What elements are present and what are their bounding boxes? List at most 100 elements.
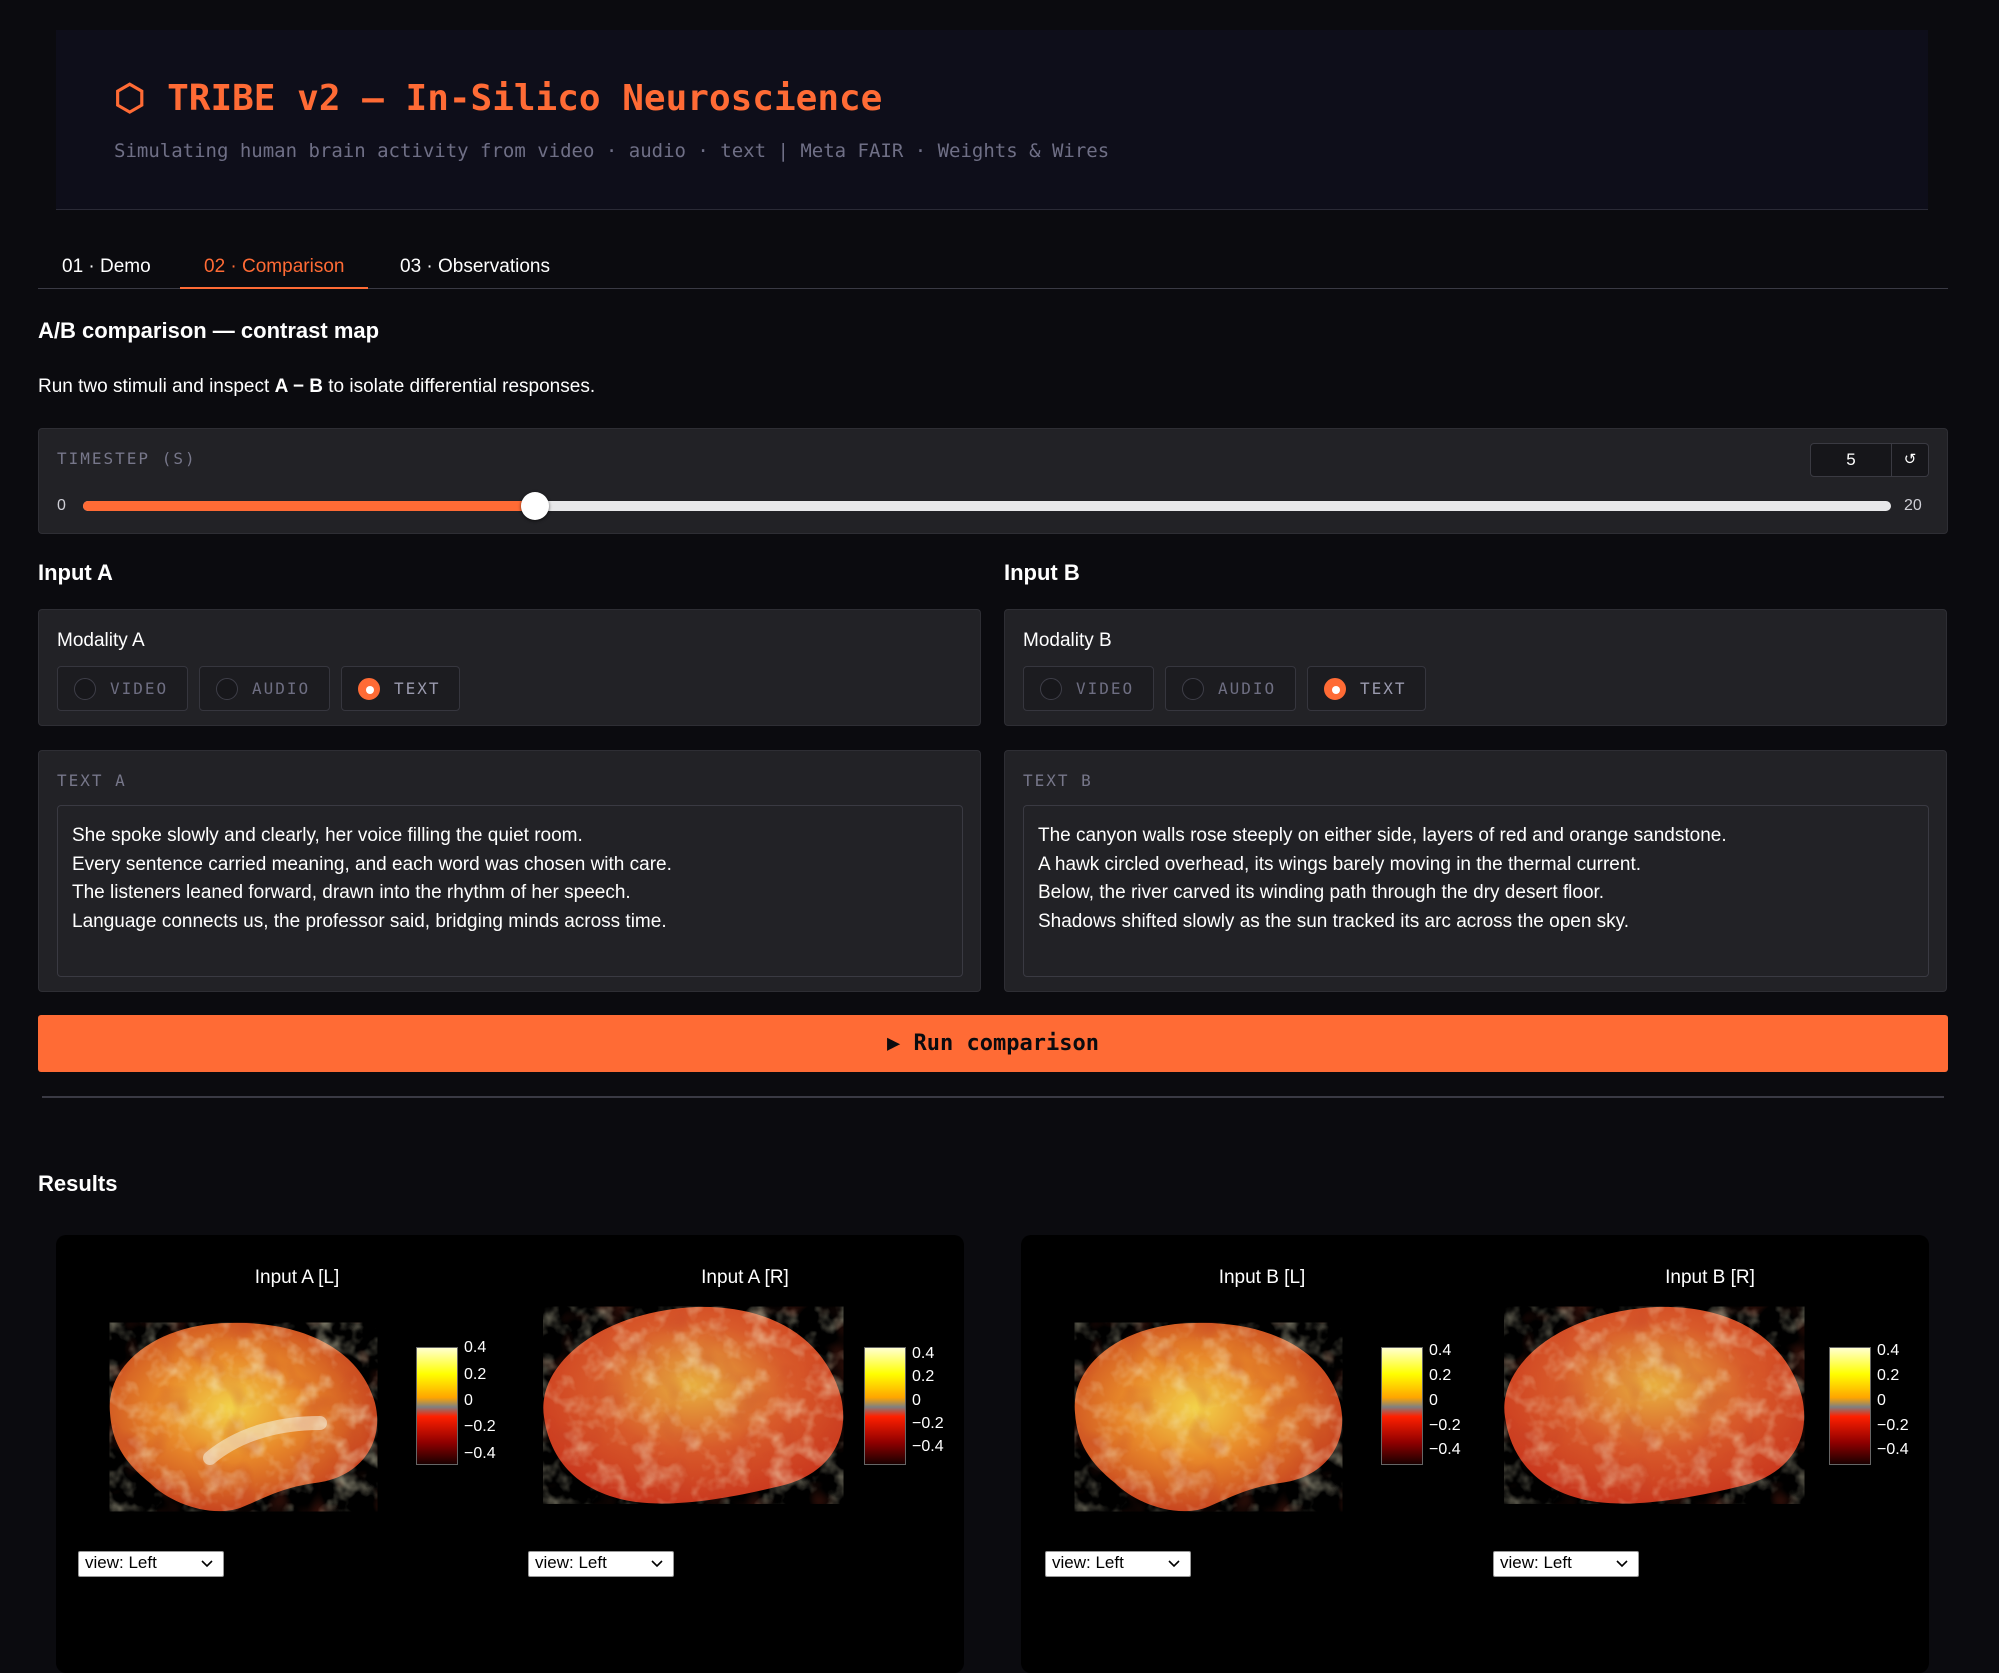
run-comparison-button[interactable]: ▶ Run comparison [38,1015,1948,1072]
colorbar-tick: 0 [1429,1392,1438,1409]
slider-thumb[interactable] [521,492,549,520]
input-a-heading: Input A [38,560,113,585]
reset-icon[interactable]: ↺ [1892,443,1929,477]
colorbar-tick: −0.2 [912,1415,944,1432]
text-a-panel: TEXT A She spoke slowly and clearly, her… [38,750,981,992]
results-card-a: Input A [L] 0.4 0.2 0 −0.2 −0.4 view: Le… [56,1235,964,1673]
colorbar-tick: 0.4 [1877,1342,1900,1359]
colorbar-a-right [864,1347,906,1465]
colorbar-tick: −0.4 [464,1445,496,1462]
view-title-a-left: Input A [L] [254,1267,340,1288]
view-select-label: view: Left [1052,1553,1124,1572]
colorbar-tick: 0.2 [1429,1367,1452,1384]
modality-b-panel: Modality B VIDEO AUDIO TEXT [1004,609,1947,726]
tab-comparison[interactable]: 02 · Comparison [180,248,369,289]
tab-bar: 01 · Demo 02 · Comparison 03 · Observati… [38,248,1948,289]
colorbar-tick: −0.2 [1877,1417,1909,1434]
modality-b-audio-radio[interactable]: AUDIO [1165,666,1296,711]
modality-a-label: Modality A [57,630,145,651]
colorbar-tick: −0.2 [464,1418,496,1435]
view-title-b-right: Input B [R] [1665,1267,1755,1288]
view-select-label: view: Left [535,1553,607,1572]
section-divider [42,1096,1944,1098]
tab-demo[interactable]: 01 · Demo [38,248,175,289]
colorbar-tick: 0.2 [912,1368,935,1385]
view-select-label: view: Left [85,1553,157,1572]
desc-suffix: to isolate differential responses. [322,376,596,397]
brain-surface-a-right[interactable] [526,1287,856,1527]
colorbar-tick: 0 [912,1392,921,1409]
radio-label: TEXT [1360,679,1407,698]
colorbar-tick: 0.2 [1877,1367,1900,1384]
results-card-b: Input B [L] 0.4 0.2 0 −0.2 −0.4 view: Le… [1021,1235,1929,1673]
radio-circle [1324,677,1346,700]
section-title: A/B comparison — contrast map [38,318,380,343]
slider-fill [83,501,535,511]
radio-circle [1040,677,1062,700]
view-select-label: view: Left [1500,1553,1572,1572]
colorbar-b-left [1381,1347,1423,1465]
colorbar-b-right [1829,1347,1871,1465]
colorbar-a-left [416,1347,458,1465]
colorbar-tick: −0.4 [1429,1441,1461,1458]
section-description: Run two stimuli and inspect A − B to iso… [38,376,595,398]
chevron-down-icon [1616,1560,1628,1568]
timestep-label: TIMESTEP (S) [57,449,197,468]
modality-a-panel: Modality A VIDEO AUDIO TEXT [38,609,981,726]
view-title-a-right: Input A [R] [701,1267,789,1288]
modality-b-text-radio[interactable]: TEXT [1307,666,1426,711]
view-title-b-left: Input B [L] [1218,1267,1306,1288]
modality-a-text-radio[interactable]: TEXT [341,666,460,711]
radio-circle [1182,677,1204,700]
app-title: ⬡ TRIBE v2 — In-Silico Neuroscience [114,78,883,119]
chevron-down-icon [651,1560,663,1568]
radio-label: TEXT [394,679,441,698]
slider-max-label: 20 [1904,497,1922,514]
timestep-slider[interactable] [83,492,1891,520]
chevron-down-icon [1168,1560,1180,1568]
colorbar-tick: 0 [1877,1392,1886,1409]
view-select-b-left[interactable]: view: Left [1045,1551,1191,1577]
radio-label: VIDEO [110,679,169,698]
desc-prefix: Run two stimuli and inspect [38,376,275,397]
colorbar-tick: 0.2 [464,1366,487,1383]
modality-a-audio-radio[interactable]: AUDIO [199,666,330,711]
timestep-number-input[interactable]: 5 [1810,443,1892,477]
desc-bold: A − B [274,376,323,397]
brain-surface-b-right[interactable] [1487,1287,1817,1527]
text-a-textarea[interactable]: She spoke slowly and clearly, her voice … [57,805,963,977]
colorbar-tick: 0.4 [912,1345,935,1362]
view-select-a-left[interactable]: view: Left [78,1551,224,1577]
view-select-a-right[interactable]: view: Left [528,1551,674,1577]
colorbar-tick: 0.4 [464,1339,487,1356]
colorbar-tick: −0.4 [912,1438,944,1455]
radio-label: AUDIO [252,679,311,698]
colorbar-tick: 0 [464,1392,473,1409]
text-a-label: TEXT A [57,771,127,790]
text-b-panel: TEXT B The canyon walls rose steeply on … [1004,750,1947,992]
colorbar-tick: 0.4 [1429,1342,1452,1359]
input-b-heading: Input B [1004,560,1080,585]
app-header: ⬡ TRIBE v2 — In-Silico Neuroscience Simu… [56,30,1928,210]
timestep-panel: TIMESTEP (S) 5 ↺ 0 20 [38,428,1948,534]
tab-observations[interactable]: 03 · Observations [376,248,574,289]
modality-b-video-radio[interactable]: VIDEO [1023,666,1154,711]
app-subtitle: Simulating human brain activity from vid… [114,140,1110,162]
slider-min-label: 0 [57,497,66,514]
colorbar-tick: −0.2 [1429,1417,1461,1434]
brain-surface-a-left[interactable] [90,1293,390,1523]
results-heading: Results [38,1171,118,1196]
radio-label: VIDEO [1076,679,1135,698]
modality-a-video-radio[interactable]: VIDEO [57,666,188,711]
modality-b-label: Modality B [1023,630,1112,651]
radio-circle [358,677,380,700]
radio-label: AUDIO [1218,679,1277,698]
radio-circle [74,677,96,700]
chevron-down-icon [201,1560,213,1568]
view-select-b-right[interactable]: view: Left [1493,1551,1639,1577]
radio-circle [216,677,238,700]
text-b-textarea[interactable]: The canyon walls rose steeply on either … [1023,805,1929,977]
text-b-label: TEXT B [1023,771,1093,790]
brain-surface-b-left[interactable] [1055,1293,1355,1523]
colorbar-tick: −0.4 [1877,1441,1909,1458]
